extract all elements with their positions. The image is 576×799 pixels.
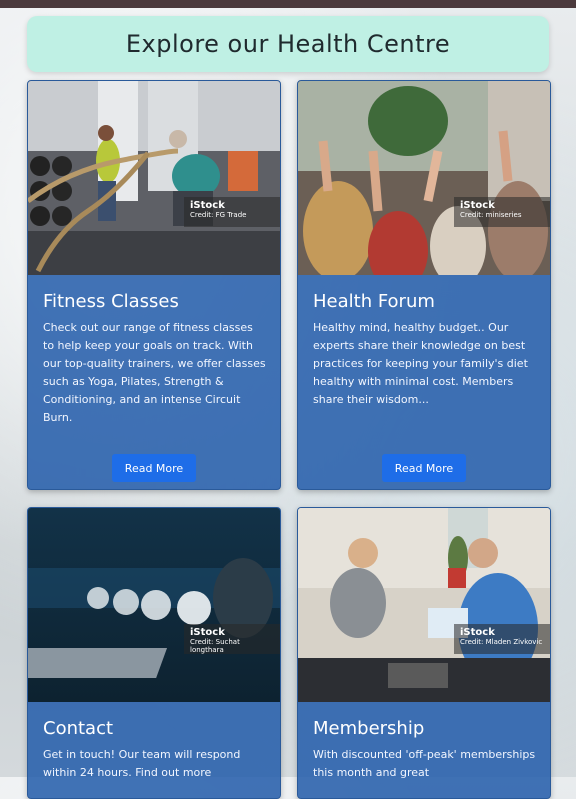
card-title: Health Forum — [313, 291, 435, 312]
card-fitness-classes: iStock Credit: FG Trade Fitness Classes … — [27, 80, 281, 490]
card-title: Membership — [313, 718, 425, 739]
card-title: Fitness Classes — [43, 291, 179, 312]
read-more-button[interactable]: Read More — [382, 454, 466, 482]
card-description: Healthy mind, healthy budget.. Our exper… — [313, 321, 528, 406]
photo-credit: iStock Credit: FG Trade — [184, 197, 280, 227]
membership-photo: iStock Credit: Mladen Zivkovic — [298, 508, 550, 702]
photo-credit: iStock Credit: Mladen Zivkovic — [454, 624, 550, 654]
card-health-forum: iStock Credit: miniseries Health Forum H… — [297, 80, 551, 490]
fitness-photo: iStock Credit: FG Trade — [28, 81, 280, 275]
card-membership: iStock Credit: Mladen Zivkovic Membershi… — [297, 507, 551, 799]
photo-credit: iStock Credit: Suchat longthara — [184, 624, 280, 654]
read-more-button[interactable]: Read More — [112, 454, 196, 482]
photo-credit: iStock Credit: miniseries — [454, 197, 550, 227]
page-header: Explore our Health Centre — [27, 16, 549, 72]
card-contact: iStock Credit: Suchat longthara Contact … — [27, 507, 281, 799]
card-description: Check out our range of fitness classes t… — [43, 321, 266, 424]
top-bar — [0, 0, 576, 8]
contact-photo: iStock Credit: Suchat longthara — [28, 508, 280, 702]
forum-photo: iStock Credit: miniseries — [298, 81, 550, 275]
page-title: Explore our Health Centre — [125, 30, 451, 58]
card-title: Contact — [43, 718, 114, 739]
